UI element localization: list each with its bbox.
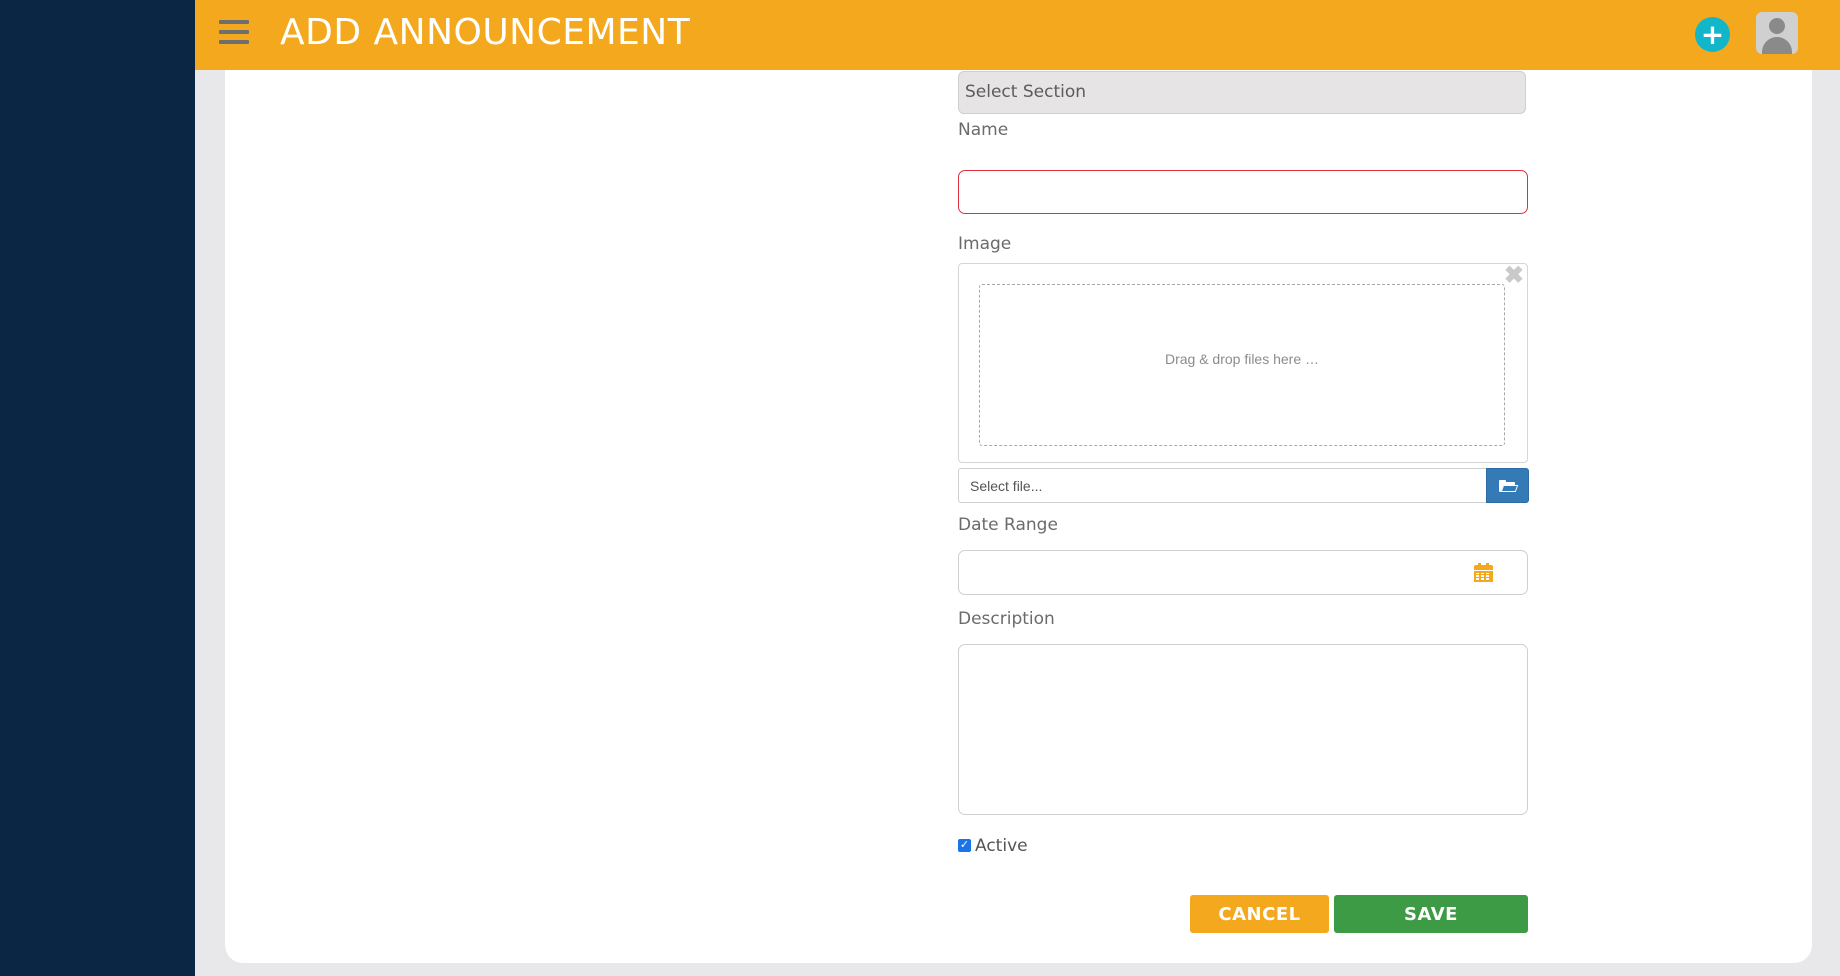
user-avatar-icon[interactable] — [1756, 12, 1798, 54]
hamburger-menu-icon[interactable] — [219, 20, 249, 48]
active-checkbox[interactable]: ✓ — [958, 839, 971, 852]
file-dropzone[interactable]: Drag & drop files here … — [979, 284, 1505, 446]
folder-open-icon — [1499, 480, 1519, 492]
date-range-input[interactable] — [958, 550, 1528, 595]
form-card: Select Section Name Image ✖ Drag & drop … — [225, 70, 1812, 963]
section-select[interactable]: Select Section — [958, 71, 1526, 114]
file-select-row: Select file... — [958, 468, 1529, 503]
cancel-button[interactable]: CANCEL — [1190, 895, 1329, 933]
image-label: Image — [958, 234, 1012, 254]
sidebar — [0, 0, 195, 976]
header-bar: ADD ANNOUNCEMENT + — [195, 0, 1840, 70]
add-button[interactable]: + — [1695, 17, 1730, 52]
name-label: Name — [958, 120, 1009, 140]
browse-button[interactable] — [1486, 468, 1529, 503]
plus-circle-icon: + — [1700, 18, 1725, 51]
calendar-icon[interactable] — [1474, 563, 1493, 582]
close-icon[interactable]: ✖ — [1504, 261, 1524, 290]
description-textarea[interactable] — [958, 644, 1528, 815]
active-label: Active — [975, 836, 1028, 856]
name-input[interactable] — [958, 170, 1528, 214]
image-upload-preview: ✖ Drag & drop files here … — [958, 261, 1528, 463]
dropzone-text: Drag & drop files here … — [1164, 351, 1320, 367]
file-select-input[interactable]: Select file... — [958, 468, 1486, 503]
page-title: ADD ANNOUNCEMENT — [280, 12, 691, 53]
save-button[interactable]: SAVE — [1334, 895, 1528, 933]
date-range-label: Date Range — [958, 515, 1058, 535]
description-label: Description — [958, 609, 1055, 629]
